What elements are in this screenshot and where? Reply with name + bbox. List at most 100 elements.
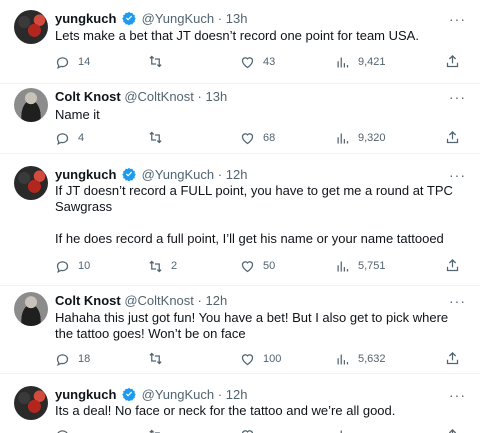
like-button[interactable]: 43 <box>240 54 275 70</box>
more-icon[interactable]: ··· <box>449 168 466 182</box>
author-name[interactable]: yungkuch <box>55 167 116 182</box>
author-handle[interactable]: @ColtKnost <box>124 293 194 308</box>
views-count: 5,751 <box>358 260 386 272</box>
tweet-actions <box>55 428 465 433</box>
separator-dot: · <box>197 293 202 308</box>
share-button[interactable] <box>445 351 460 366</box>
separator-dot: · <box>217 11 223 26</box>
tweet-actions: 18 100 5,632 <box>55 351 465 367</box>
retweet-button[interactable]: 2 <box>148 258 177 274</box>
views-icon <box>340 430 342 433</box>
like-button[interactable]: 100 <box>240 351 281 367</box>
avatar[interactable] <box>14 166 48 200</box>
tweet-2[interactable]: Colt Knost @ColtKnost · 13h ··· Name it … <box>0 84 480 154</box>
share-icon <box>446 130 459 144</box>
reply-icon <box>56 260 69 273</box>
reply-count: 10 <box>78 260 91 272</box>
more-icon[interactable]: ··· <box>449 12 466 26</box>
verified-badge-icon <box>122 167 136 181</box>
reply-button[interactable]: 4 <box>55 130 84 146</box>
views-icon <box>337 261 349 271</box>
more-icon[interactable]: ··· <box>449 388 466 402</box>
reply-count: 18 <box>78 353 91 365</box>
tweet-time[interactable]: 13h <box>226 11 248 26</box>
retweet-button[interactable] <box>148 130 171 145</box>
avatar[interactable] <box>14 10 48 44</box>
tweet-time[interactable]: 12h <box>226 167 248 182</box>
author-name[interactable]: yungkuch <box>55 11 116 26</box>
like-count: 50 <box>263 260 276 272</box>
reply-button[interactable]: 10 <box>55 258 90 274</box>
separator-dot: · <box>197 89 202 104</box>
retweet-button[interactable] <box>148 428 163 433</box>
retweet-icon <box>149 429 160 433</box>
views-button[interactable]: 9,421 <box>335 54 386 70</box>
heart-icon <box>241 260 254 272</box>
tweet-header: yungkuch @YungKuch · 13h <box>55 10 247 27</box>
tweet-5[interactable]: yungkuch @YungKuch · 12h ··· Its a deal!… <box>0 378 480 433</box>
share-button[interactable] <box>445 130 460 145</box>
tweet-time[interactable]: 12h <box>226 387 248 402</box>
heart-icon <box>241 56 254 68</box>
retweet-count: 2 <box>171 260 178 272</box>
author-name[interactable]: yungkuch <box>55 387 116 402</box>
share-button[interactable] <box>445 54 460 69</box>
views-button[interactable]: 5,751 <box>335 258 386 274</box>
tweet-1[interactable]: yungkuch @YungKuch · 13h ··· Lets make a… <box>0 0 480 84</box>
avatar[interactable] <box>14 386 48 420</box>
retweet-icon <box>149 260 162 272</box>
views-icon <box>337 57 349 67</box>
tweet-text: If JT doesn’t record a FULL point, you h… <box>55 183 453 246</box>
verified-badge-icon <box>122 11 136 25</box>
avatar[interactable] <box>14 88 48 122</box>
separator-dot: · <box>217 387 223 402</box>
reply-count: 14 <box>78 56 91 68</box>
like-button[interactable]: 50 <box>240 258 275 274</box>
like-count: 43 <box>263 56 276 68</box>
share-button[interactable] <box>445 428 460 433</box>
views-button[interactable] <box>335 428 350 433</box>
author-name[interactable]: Colt Knost <box>55 89 121 104</box>
author-handle[interactable]: @YungKuch <box>142 167 214 182</box>
tweet-3[interactable]: yungkuch @YungKuch · 12h ··· If JT doesn… <box>0 162 480 286</box>
reply-count: 4 <box>78 132 85 144</box>
separator-dot: · <box>217 167 223 182</box>
views-icon <box>337 133 349 143</box>
verified-badge-icon <box>122 387 136 401</box>
retweet-icon <box>149 352 162 365</box>
views-button[interactable]: 5,632 <box>335 351 386 367</box>
tweet-text: Lets make a bet that JT doesn’t record o… <box>55 28 419 43</box>
heart-icon <box>241 132 254 144</box>
reply-button[interactable] <box>55 428 70 433</box>
retweet-button[interactable] <box>148 54 171 69</box>
reply-button[interactable]: 14 <box>55 54 90 70</box>
like-button[interactable]: 68 <box>240 130 275 146</box>
like-count: 68 <box>263 132 276 144</box>
avatar[interactable] <box>14 292 48 326</box>
like-count: 100 <box>263 353 282 365</box>
views-icon <box>337 354 349 364</box>
like-button[interactable] <box>240 428 255 433</box>
views-count: 9,421 <box>358 56 386 68</box>
more-icon[interactable]: ··· <box>449 90 466 104</box>
author-name[interactable]: Colt Knost <box>55 293 121 308</box>
retweet-icon <box>149 131 162 144</box>
tweet-time[interactable]: 12h <box>206 293 228 308</box>
tweet-text: Its a deal! No face or neck for the tatt… <box>55 403 396 418</box>
reply-icon <box>56 132 69 145</box>
reply-button[interactable]: 18 <box>55 351 90 367</box>
retweet-icon <box>149 55 162 68</box>
retweet-button[interactable] <box>148 351 171 366</box>
reply-icon <box>56 56 69 69</box>
more-icon[interactable]: ··· <box>449 294 466 308</box>
tweet-time[interactable]: 13h <box>206 89 228 104</box>
views-button[interactable]: 9,320 <box>335 130 386 146</box>
author-handle[interactable]: @YungKuch <box>142 387 214 402</box>
tweet-4[interactable]: Colt Knost @ColtKnost · 12h ··· Hahaha t… <box>0 286 480 374</box>
tweet-actions: 10 2 50 5,751 <box>55 258 465 274</box>
share-icon <box>448 428 457 433</box>
share-icon <box>446 351 459 365</box>
author-handle[interactable]: @YungKuch <box>142 11 214 26</box>
author-handle[interactable]: @ColtKnost <box>124 89 194 104</box>
share-button[interactable] <box>445 258 460 273</box>
